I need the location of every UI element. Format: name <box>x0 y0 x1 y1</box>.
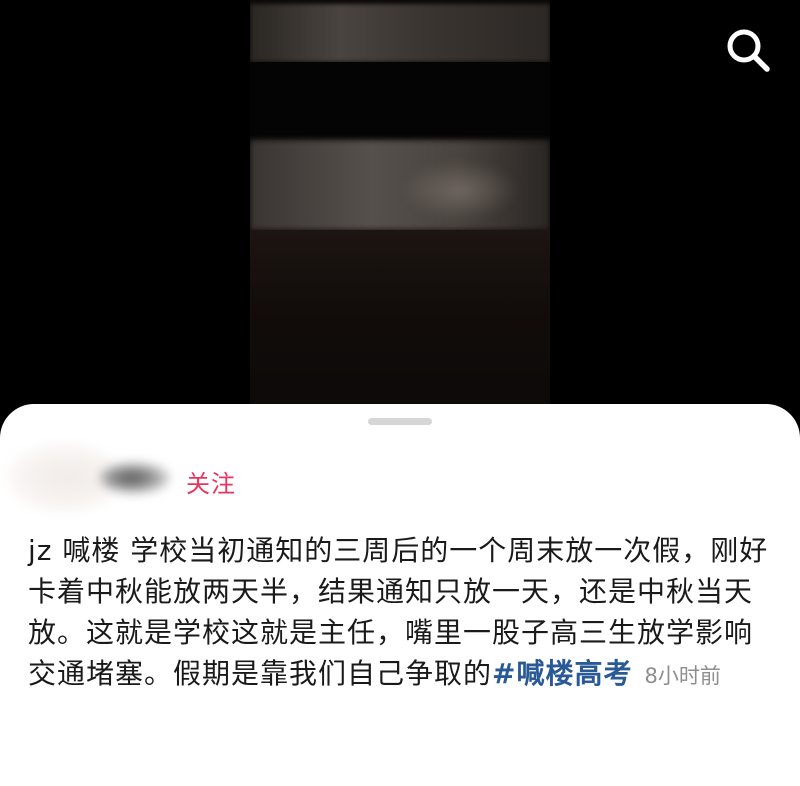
video-frame-region <box>250 62 550 140</box>
video-player[interactable] <box>250 0 550 420</box>
hashtag-link[interactable]: #喊楼高考 <box>492 657 632 690</box>
video-post-screen: 关注 jz 喊楼 学校当初通知的三周后的一个周末放一次假，刚好卡着中秋能放两天半… <box>0 0 800 786</box>
sheet-drag-handle[interactable] <box>368 418 432 425</box>
post-timestamp: 8小时前 <box>644 664 721 688</box>
video-frame-region <box>250 230 550 420</box>
follow-button[interactable]: 关注 <box>186 464 236 499</box>
author-name-blurred[interactable] <box>100 462 170 494</box>
video-frame-region <box>250 4 550 62</box>
post-caption: jz 喊楼 学校当初通知的三周后的一个周末放一次假，刚好卡着中秋能放两天半，结果… <box>28 530 776 697</box>
search-icon <box>727 29 770 72</box>
search-button[interactable] <box>724 26 772 74</box>
post-info-sheet: 关注 jz 喊楼 学校当初通知的三周后的一个周末放一次假，刚好卡着中秋能放两天半… <box>0 404 800 786</box>
video-frame-region <box>400 160 520 220</box>
